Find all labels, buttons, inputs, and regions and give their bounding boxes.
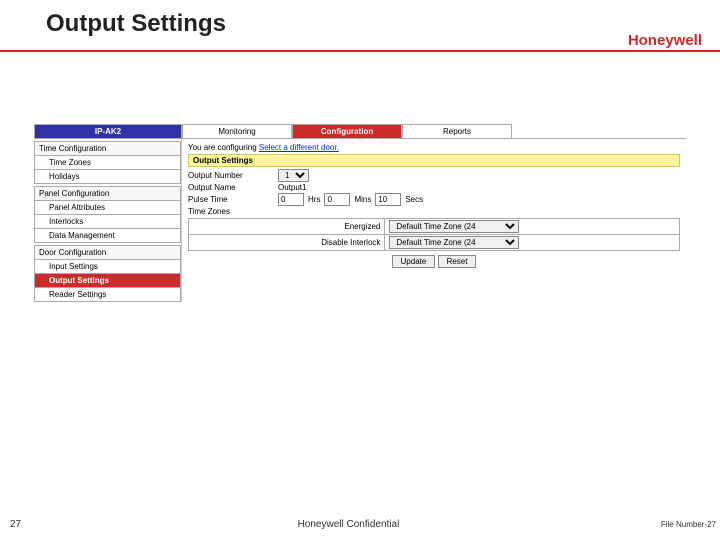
section-title: Output Settings <box>188 154 680 167</box>
tab-configuration[interactable]: Configuration <box>292 124 402 138</box>
sidebar-item-input-settings[interactable]: Input Settings <box>34 260 181 274</box>
slide-footer: 27 Honeywell Confidential File Number-27 <box>0 519 720 530</box>
mins-label: Mins <box>350 195 375 204</box>
sidebar-group-door: Door Configuration <box>34 245 181 260</box>
reset-button[interactable]: Reset <box>438 255 477 268</box>
configuring-prefix: You are configuring <box>188 143 259 152</box>
tab-monitoring[interactable]: Monitoring <box>182 124 292 138</box>
sidebar-group-time: Time Configuration <box>34 141 181 156</box>
sidebar-item-holidays[interactable]: Holidays <box>34 170 181 184</box>
main-panel: You are configuring Select a different d… <box>182 139 686 302</box>
timezone-table: Energized Default Time Zone (24 Disable … <box>188 218 680 251</box>
select-different-door-link[interactable]: Select a different door. <box>259 143 339 152</box>
sidebar-item-interlocks[interactable]: Interlocks <box>34 215 181 229</box>
energized-select[interactable]: Default Time Zone (24 <box>389 220 519 233</box>
timezones-label: Time Zones <box>188 207 278 216</box>
divider <box>0 50 720 52</box>
page-number: 27 <box>0 519 36 530</box>
file-number: File Number-27 <box>661 520 720 529</box>
tab-ipak2[interactable]: IP-AK2 <box>34 124 182 138</box>
pulse-hrs-input[interactable] <box>278 193 304 206</box>
output-number-select[interactable]: 1 <box>278 169 309 182</box>
tab-reports[interactable]: Reports <box>402 124 512 138</box>
update-button[interactable]: Update <box>392 255 436 268</box>
hrs-label: Hrs <box>304 195 324 204</box>
secs-label: Secs <box>401 195 427 204</box>
top-tabs: IP-AK2 Monitoring Configuration Reports <box>34 124 686 139</box>
energized-label: Energized <box>189 219 385 235</box>
disable-interlock-select[interactable]: Default Time Zone (24 <box>389 236 519 249</box>
brand-logo: Honeywell <box>628 32 702 49</box>
app-screenshot: IP-AK2 Monitoring Configuration Reports … <box>34 124 686 302</box>
table-row: Disable Interlock Default Time Zone (24 <box>189 235 680 251</box>
table-row: Energized Default Time Zone (24 <box>189 219 680 235</box>
sidebar-item-reader-settings[interactable]: Reader Settings <box>34 288 181 302</box>
confidential-label: Honeywell Confidential <box>36 519 661 530</box>
disable-interlock-label: Disable Interlock <box>189 235 385 251</box>
sidebar-group-panel: Panel Configuration <box>34 186 181 201</box>
configuring-line: You are configuring Select a different d… <box>188 141 680 154</box>
sidebar-item-panel-attributes[interactable]: Panel Attributes <box>34 201 181 215</box>
pulse-time-label: Pulse Time <box>188 195 278 204</box>
sidebar-item-output-settings[interactable]: Output Settings <box>34 274 181 288</box>
output-name-label: Output Name <box>188 183 278 192</box>
output-number-label: Output Number <box>188 171 278 180</box>
sidebar-item-timezones[interactable]: Time Zones <box>34 156 181 170</box>
sidebar: Time Configuration Time Zones Holidays P… <box>34 139 182 302</box>
output-name-value: Output1 <box>278 183 306 192</box>
pulse-secs-input[interactable] <box>375 193 401 206</box>
page-title: Output Settings <box>0 0 720 42</box>
pulse-mins-input[interactable] <box>324 193 350 206</box>
sidebar-item-data-management[interactable]: Data Management <box>34 229 181 243</box>
